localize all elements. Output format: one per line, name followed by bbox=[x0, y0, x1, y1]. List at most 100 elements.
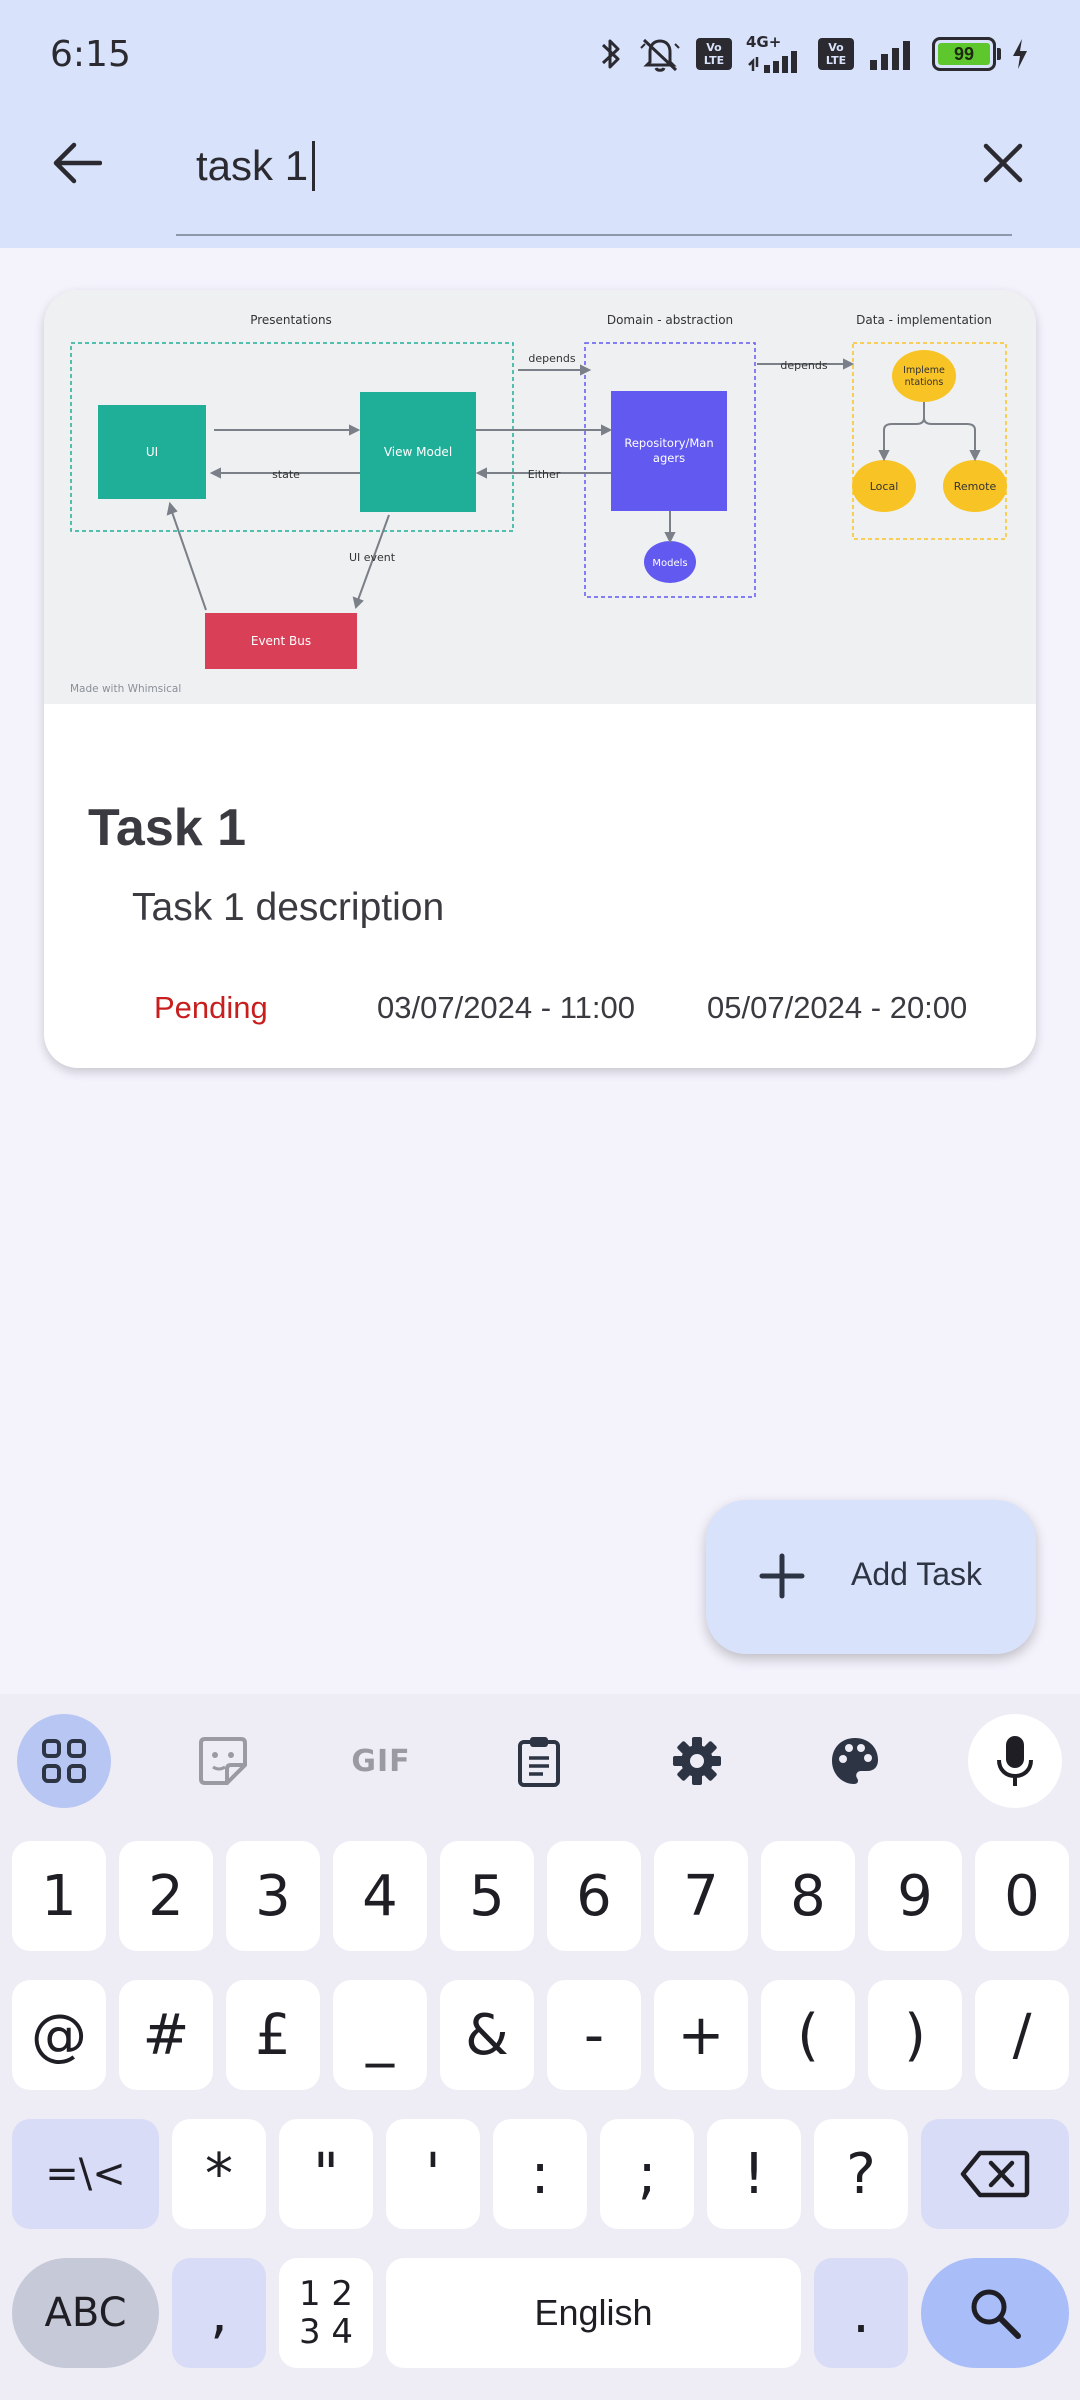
svg-text:Repository/Man: Repository/Man bbox=[624, 436, 713, 450]
settings-icon bbox=[673, 1737, 721, 1785]
network-label: 4G+ bbox=[746, 33, 782, 51]
key-9[interactable]: 9 bbox=[868, 1841, 962, 1951]
key-6[interactable]: 6 bbox=[547, 1841, 641, 1951]
key-period[interactable]: . bbox=[814, 2258, 908, 2368]
key-1[interactable]: 1 bbox=[12, 1841, 106, 1951]
close-icon bbox=[983, 143, 1023, 183]
task-card[interactable]: Presentations Domain - abstraction Data … bbox=[44, 290, 1036, 1068]
signal-icon bbox=[748, 51, 797, 73]
battery-icon: 99 bbox=[932, 37, 1001, 71]
key-more-symbols[interactable]: =\< bbox=[12, 2119, 159, 2229]
key-colon[interactable]: : bbox=[493, 2119, 587, 2229]
apps-grid-button[interactable] bbox=[17, 1714, 111, 1808]
add-task-label: Add Task bbox=[851, 1556, 983, 1592]
key-0[interactable]: 0 bbox=[975, 1841, 1069, 1951]
key-question[interactable]: ? bbox=[814, 2119, 908, 2229]
apps-grid-icon bbox=[42, 1739, 86, 1783]
keyboard-toolbar: GIF bbox=[0, 1694, 1080, 1820]
image-watermark: Made with Whimsical bbox=[70, 683, 181, 695]
key-exclamation[interactable]: ! bbox=[707, 2119, 801, 2229]
key-semicolon[interactable]: ; bbox=[600, 2119, 694, 2229]
sticker-button[interactable] bbox=[176, 1714, 270, 1808]
arrow-label-either: Either bbox=[528, 468, 561, 481]
clear-search-button[interactable] bbox=[966, 126, 1040, 200]
bluetooth-icon bbox=[601, 39, 620, 69]
backspace-key[interactable] bbox=[921, 2119, 1069, 2229]
key-2[interactable]: 2 bbox=[119, 1841, 213, 1951]
key-underscore[interactable]: _ bbox=[333, 1980, 427, 2090]
box-ui: UI bbox=[146, 445, 158, 459]
key-4[interactable]: 4 bbox=[333, 1841, 427, 1951]
arrow-left-icon bbox=[53, 142, 102, 184]
sticker-icon bbox=[199, 1737, 247, 1785]
theme-button[interactable] bbox=[808, 1714, 902, 1808]
network-indicator: 4G+ bbox=[746, 35, 804, 73]
search-underline bbox=[176, 234, 1012, 236]
box-remote: Remote bbox=[954, 480, 997, 493]
status-icons: Vo LTE 4G+ Vo LTE 99 bbox=[598, 30, 1030, 78]
task-description: Task 1 description bbox=[132, 886, 445, 929]
task-start-date: 03/07/2024 - 11:00 bbox=[377, 990, 635, 1025]
back-button[interactable] bbox=[40, 126, 114, 200]
section-data: Data - implementation bbox=[856, 313, 992, 327]
key-single-quote[interactable]: ' bbox=[386, 2119, 480, 2229]
clipboard-button[interactable] bbox=[492, 1714, 586, 1808]
arrow-label-state: state bbox=[272, 468, 300, 481]
abc-key[interactable]: ABC bbox=[12, 2258, 159, 2368]
text-caret bbox=[312, 141, 316, 191]
section-presentations: Presentations bbox=[250, 313, 332, 327]
add-task-button[interactable]: Add Task bbox=[706, 1500, 1036, 1654]
key-asterisk[interactable]: * bbox=[172, 2119, 266, 2229]
task-title: Task 1 bbox=[88, 799, 247, 857]
microphone-icon bbox=[997, 1736, 1033, 1786]
gif-button[interactable]: GIF bbox=[334, 1714, 428, 1808]
key-slash[interactable]: / bbox=[975, 1980, 1069, 2090]
numpad-toggle-key[interactable]: 1 2 3 4 bbox=[279, 2258, 373, 2368]
arrow-label-depends-1: depends bbox=[528, 352, 575, 365]
search-key[interactable] bbox=[921, 2258, 1069, 2368]
svg-text:ntations: ntations bbox=[905, 377, 944, 388]
charging-icon bbox=[1013, 39, 1027, 69]
key-5[interactable]: 5 bbox=[440, 1841, 534, 1951]
voice-input-button[interactable] bbox=[968, 1714, 1062, 1808]
backspace-icon bbox=[960, 2150, 1030, 2198]
key-at[interactable]: @ bbox=[12, 1980, 106, 2090]
key-double-quote[interactable]: " bbox=[279, 2119, 373, 2229]
numpad-toggle-bottom: 3 4 bbox=[298, 2312, 354, 2352]
arrow-label-ui-event: UI event bbox=[349, 551, 396, 564]
app-bar: 6:15 Vo LTE 4G+ Vo LTE 99 task 1 bbox=[0, 0, 1080, 248]
space-key[interactable]: English bbox=[386, 2258, 801, 2368]
search-bar: task 1 bbox=[0, 108, 1080, 248]
box-local: Local bbox=[870, 480, 899, 493]
key-hash[interactable]: # bbox=[119, 1980, 213, 2090]
arrow-label-depends-2: depends bbox=[780, 359, 827, 372]
palette-icon bbox=[832, 1738, 878, 1784]
key-open-paren[interactable]: ( bbox=[761, 1980, 855, 2090]
signal-icon-2 bbox=[870, 41, 910, 70]
svg-text:Impleme: Impleme bbox=[903, 365, 945, 376]
gif-label: GIF bbox=[351, 1743, 411, 1779]
task-image: Presentations Domain - abstraction Data … bbox=[44, 290, 1036, 704]
key-7[interactable]: 7 bbox=[654, 1841, 748, 1951]
box-view-model: View Model bbox=[384, 445, 452, 459]
numpad-toggle-top: 1 2 bbox=[298, 2274, 354, 2314]
keyboard: GIF 1 2 3 4 5 6 7 8 9 0 @ # £ _ & - + (… bbox=[0, 1694, 1080, 2400]
volte-badge: Vo LTE bbox=[696, 38, 732, 70]
volte-badge-2: Vo LTE bbox=[818, 38, 854, 70]
key-pound[interactable]: £ bbox=[226, 1980, 320, 2090]
plus-icon bbox=[759, 1553, 805, 1599]
key-plus[interactable]: + bbox=[654, 1980, 748, 2090]
key-3[interactable]: 3 bbox=[226, 1841, 320, 1951]
key-8[interactable]: 8 bbox=[761, 1841, 855, 1951]
clipboard-icon bbox=[518, 1737, 560, 1787]
settings-button[interactable] bbox=[650, 1714, 744, 1808]
key-close-paren[interactable]: ) bbox=[868, 1980, 962, 2090]
search-icon bbox=[971, 2289, 1021, 2339]
search-input[interactable]: task 1 bbox=[196, 136, 796, 196]
silent-icon bbox=[640, 38, 680, 72]
battery-level: 99 bbox=[953, 43, 975, 64]
box-models: Models bbox=[652, 558, 687, 569]
key-comma[interactable]: , bbox=[172, 2258, 266, 2368]
key-ampersand[interactable]: & bbox=[440, 1980, 534, 2090]
key-minus[interactable]: - bbox=[547, 1980, 641, 2090]
